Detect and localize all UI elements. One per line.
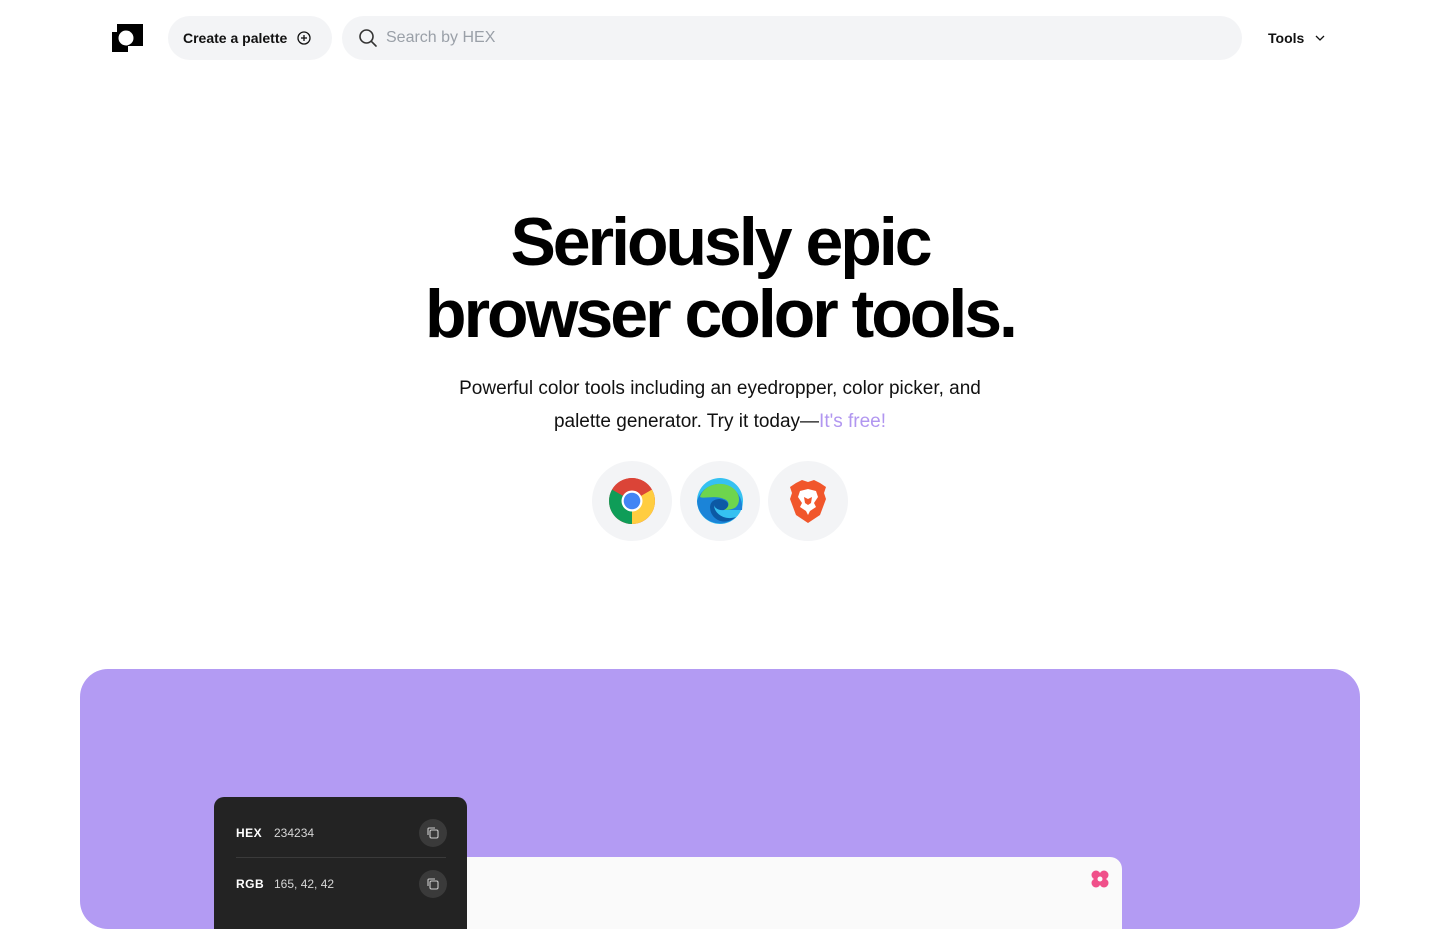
chevron-down-icon — [1315, 35, 1325, 41]
search-input[interactable] — [386, 29, 1186, 47]
copy-rgb-button[interactable] — [419, 870, 447, 898]
create-palette-button[interactable]: Create a palette — [168, 16, 332, 60]
preview-card — [440, 857, 1122, 929]
hero-subtitle-line-1: Powerful color tools including an eyedro… — [459, 378, 981, 399]
brave-icon — [790, 480, 826, 523]
hero-subtitle-line-2: palette generator. Try it today— — [553, 411, 820, 432]
hex-row: HEX 234234 — [214, 808, 467, 858]
chrome-icon — [609, 478, 655, 524]
color-values-panel: HEX 234234 RGB 165, 42, 42 — [214, 797, 467, 929]
hex-value: 234234 — [274, 826, 315, 840]
copy-icon — [427, 878, 439, 890]
browser-buttons — [592, 461, 850, 541]
plus-circle-icon — [297, 31, 311, 45]
create-palette-label: Create a palette — [183, 30, 288, 46]
edge-icon — [697, 478, 743, 524]
hero-title: Seriously epic browser color tools. — [0, 206, 1440, 350]
rgb-value: 165, 42, 42 — [274, 877, 335, 891]
copy-hex-button[interactable] — [419, 819, 447, 847]
showcase-panel: HEX 234234 RGB 165, 42, 42 — [80, 669, 1360, 929]
rgb-label: RGB — [236, 877, 265, 891]
free-link[interactable]: It's free! — [819, 411, 886, 432]
tools-menu[interactable]: Tools — [1268, 28, 1326, 48]
hero-title-line-2: browser color tools. — [425, 276, 1018, 352]
edge-button[interactable] — [680, 461, 760, 541]
divider — [236, 857, 446, 858]
flower-icon — [1091, 870, 1109, 888]
chrome-button[interactable] — [592, 461, 672, 541]
header: Create a palette Tools — [0, 0, 1440, 76]
rgb-row: RGB 165, 42, 42 — [214, 859, 467, 909]
hex-label: HEX — [236, 826, 263, 840]
search-bar[interactable] — [342, 16, 1242, 60]
brave-button[interactable] — [768, 461, 848, 541]
hero-title-line-1: Seriously epic — [510, 204, 932, 280]
hero-subtitle: Powerful color tools including an eyedro… — [420, 372, 1020, 438]
tools-label: Tools — [1268, 30, 1305, 46]
copy-icon — [427, 827, 439, 839]
search-icon — [359, 29, 377, 47]
logo-icon[interactable] — [112, 24, 143, 52]
